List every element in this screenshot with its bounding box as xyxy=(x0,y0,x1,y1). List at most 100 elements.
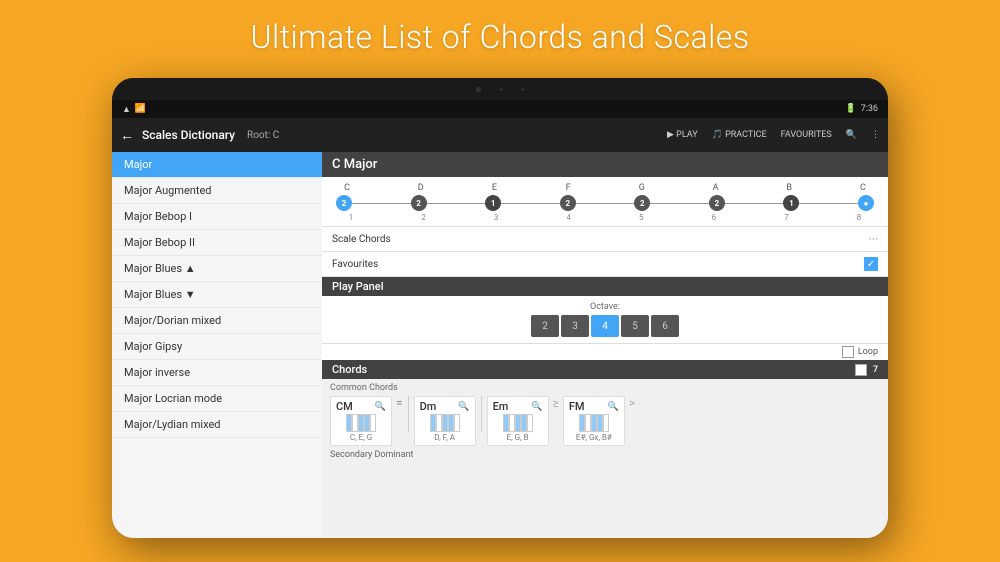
chord-equal-1: = xyxy=(396,396,403,446)
scale-item-major[interactable]: Major xyxy=(112,152,322,178)
octave-5[interactable]: 5 xyxy=(621,315,649,337)
dot-4: 2 xyxy=(560,195,576,211)
scale-item-major-locrian[interactable]: Major Locrian mode xyxy=(112,386,322,412)
app-bar-root: Root: C xyxy=(247,130,279,141)
scale-item-major-gipsy[interactable]: Major Gipsy xyxy=(112,334,322,360)
scale-item-major-augmented[interactable]: Major Augmented xyxy=(112,178,322,204)
chords-count: 7 xyxy=(873,365,878,375)
tablet-frame: ▲ 📶 🔋 7:36 ← Scales Dictionary Root: C ▶… xyxy=(112,78,888,538)
octave-label: Octave: xyxy=(332,302,878,312)
status-battery: 🔋 xyxy=(845,104,856,114)
scale-notes-row: C D E F G A B C xyxy=(332,183,878,193)
connector-1 xyxy=(352,203,411,204)
chord-card-fm[interactable]: FM 🔍 E#, Gx, B# xyxy=(563,396,625,446)
octave-4[interactable]: 4 xyxy=(591,315,619,337)
main-content: Major Major Augmented Major Bebop I Majo… xyxy=(112,152,888,538)
chord-card-cm[interactable]: CM 🔍 C, E, G xyxy=(330,396,392,446)
loop-label: Loop xyxy=(858,347,878,357)
chord-notes-cm: C, E, G xyxy=(350,433,372,442)
num-4: 4 xyxy=(554,213,584,222)
wk5 xyxy=(370,414,376,432)
chord-card-dm-top: Dm 🔍 xyxy=(420,400,470,413)
chord-notes-em: E, G, B xyxy=(507,433,529,442)
camera-dot xyxy=(476,87,481,92)
chords-content: Common Chords CM 🔍 xyxy=(322,379,888,538)
note-C2: C xyxy=(848,183,878,193)
dot-1: 2 xyxy=(336,195,352,211)
scale-item-major-bebop1[interactable]: Major Bebop I xyxy=(112,204,322,230)
page-headline: Ultimate List of Chords and Scales xyxy=(0,18,1000,56)
chord-search-fm[interactable]: 🔍 xyxy=(608,402,619,412)
num-7: 7 xyxy=(771,213,801,222)
status-triangle: ▲ xyxy=(122,104,131,115)
scale-item-major-lydian[interactable]: Major/Lydian mixed xyxy=(112,412,322,438)
favourites-checkbox[interactable]: ✓ xyxy=(864,257,878,271)
connector-3 xyxy=(501,203,560,204)
scale-item-major-dorian[interactable]: Major/Dorian mixed xyxy=(112,308,322,334)
num-5: 5 xyxy=(626,213,656,222)
scale-item-major-blues-up[interactable]: Major Blues ▲ xyxy=(112,256,322,282)
num-2: 2 xyxy=(409,213,439,222)
back-button[interactable]: ← xyxy=(120,127,134,144)
connector-5 xyxy=(650,203,709,204)
scale-chords-row[interactable]: Scale Chords ··· xyxy=(322,227,888,252)
connector-6 xyxy=(725,203,784,204)
chord-card-fm-top: FM 🔍 xyxy=(569,400,619,413)
fk5 xyxy=(603,414,609,432)
chord-card-em[interactable]: Em 🔍 E, G, B xyxy=(487,396,549,446)
connector-7 xyxy=(799,203,858,204)
search-action[interactable]: 🔍 xyxy=(846,130,857,140)
dot-8: ● xyxy=(858,195,874,211)
chord-div-1 xyxy=(408,396,409,432)
app-bar-title: Scales Dictionary xyxy=(142,128,235,142)
chords-header: Chords 7 xyxy=(322,360,888,379)
num-8: 8 xyxy=(844,213,874,222)
octave-3[interactable]: 3 xyxy=(561,315,589,337)
note-G: G xyxy=(627,183,657,193)
chord-search-cm[interactable]: 🔍 xyxy=(375,402,386,412)
play-action[interactable]: ▶ PLAY xyxy=(667,130,698,140)
octave-2[interactable]: 2 xyxy=(531,315,559,337)
more-action[interactable]: ⋮ xyxy=(871,130,880,140)
octave-6[interactable]: 6 xyxy=(651,315,679,337)
dk5 xyxy=(454,414,460,432)
chord-notes-fm: E#, Gx, B# xyxy=(576,433,612,442)
chord-card-em-top: Em 🔍 xyxy=(493,400,543,413)
scale-item-major-blues-down[interactable]: Major Blues ▼ xyxy=(112,282,322,308)
app-bar: ← Scales Dictionary Root: C ▶ PLAY 🎵 PRA… xyxy=(112,118,888,152)
dot-6: 2 xyxy=(709,195,725,211)
loop-checkbox[interactable] xyxy=(842,346,854,358)
chords-checkbox[interactable] xyxy=(855,364,867,376)
note-D: D xyxy=(406,183,436,193)
dot-3: 1 xyxy=(485,195,501,211)
status-right: 🔋 7:36 xyxy=(845,104,878,114)
chord-search-em[interactable]: 🔍 xyxy=(531,402,542,412)
chord-name-dm: Dm xyxy=(420,400,437,413)
chord-name-cm: CM xyxy=(336,400,353,413)
common-chords-label: Common Chords xyxy=(330,383,880,393)
chord-arrow-1: ≥ xyxy=(553,396,559,446)
piano-cm xyxy=(346,414,376,432)
right-panel: C Major C D E F G A B C 2 2 xyxy=(322,152,888,538)
favourites-label: Favourites xyxy=(332,259,864,270)
chord-card-dm[interactable]: Dm 🔍 D, F, A xyxy=(414,396,476,446)
octave-buttons: 2 3 4 5 6 xyxy=(332,315,878,337)
status-left: ▲ 📶 xyxy=(122,104,146,115)
chord-search-dm[interactable]: 🔍 xyxy=(458,402,469,412)
chord-arrow-2: > xyxy=(629,396,635,446)
note-E: E xyxy=(479,183,509,193)
practice-action[interactable]: 🎵 PRACTICE xyxy=(712,130,767,140)
piano-em xyxy=(503,414,533,432)
secondary-dominant-label: Secondary Dominant xyxy=(330,450,880,460)
favourites-action[interactable]: FAVOURITES xyxy=(781,130,832,140)
dot-2: 2 xyxy=(411,195,427,211)
scale-chords-label: Scale Chords xyxy=(332,234,869,245)
dot-7: 1 xyxy=(783,195,799,211)
scale-item-major-inverse[interactable]: Major inverse xyxy=(112,360,322,386)
play-panel-content: Octave: 2 3 4 5 6 xyxy=(322,296,888,344)
status-signal: 📶 xyxy=(135,104,146,114)
note-C1: C xyxy=(332,183,362,193)
favourites-row[interactable]: Favourites ✓ xyxy=(322,252,888,277)
connector-2 xyxy=(427,203,486,204)
scale-item-major-bebop2[interactable]: Major Bebop II xyxy=(112,230,322,256)
